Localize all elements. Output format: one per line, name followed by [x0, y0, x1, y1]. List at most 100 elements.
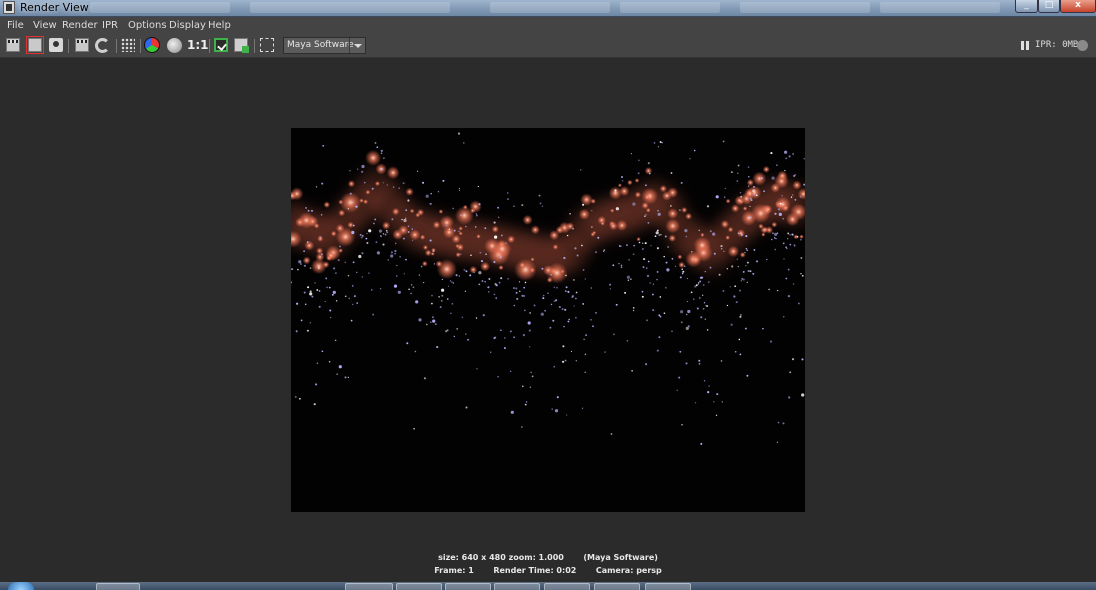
snapshot-icon[interactable]	[49, 38, 63, 52]
star	[698, 362, 701, 365]
start-button[interactable]	[8, 582, 34, 590]
star	[481, 280, 484, 282]
star	[747, 185, 750, 188]
star	[734, 350, 737, 353]
star	[396, 264, 398, 267]
star	[685, 326, 689, 330]
star	[633, 244, 636, 247]
close-button[interactable]: x	[1060, 0, 1096, 13]
menu-file[interactable]: File	[7, 19, 24, 33]
nebula-glow-dot	[522, 214, 533, 225]
star	[705, 304, 707, 307]
star	[627, 279, 630, 281]
star	[488, 278, 491, 280]
star	[706, 205, 710, 208]
star	[413, 427, 415, 430]
taskbar-item[interactable]	[494, 583, 540, 590]
star	[703, 380, 706, 382]
star	[431, 302, 433, 305]
star	[785, 246, 787, 248]
taskbar-item[interactable]	[345, 583, 393, 590]
star	[800, 272, 802, 275]
star	[783, 258, 785, 260]
star	[803, 158, 805, 160]
taskbar-item[interactable]	[645, 583, 691, 590]
menu-ipr[interactable]: IPR	[102, 19, 118, 33]
taskbar-item[interactable]	[544, 583, 590, 590]
minimize-button[interactable]: _	[1015, 0, 1038, 13]
star	[776, 441, 779, 444]
display-region-icon[interactable]	[260, 38, 274, 52]
star	[788, 396, 791, 399]
redo-render-icon[interactable]	[6, 38, 20, 52]
nebula-glow-dot	[727, 245, 740, 258]
nebula-glow-dot	[771, 221, 778, 228]
keep-image-icon[interactable]	[214, 38, 228, 52]
star	[632, 309, 635, 312]
star	[620, 266, 623, 268]
star	[391, 218, 394, 221]
taskbar-item[interactable]	[445, 583, 491, 590]
remove-image-icon[interactable]	[234, 38, 249, 53]
taskbar-item[interactable]	[594, 583, 640, 590]
star	[321, 350, 324, 353]
star	[455, 274, 458, 277]
star	[318, 267, 320, 270]
star	[566, 414, 568, 416]
renderer-dropdown[interactable]: Maya Software	[283, 37, 366, 54]
rgb-channels-icon[interactable]	[144, 37, 160, 53]
nebula-glow-dot	[323, 201, 331, 208]
star	[332, 290, 336, 294]
star	[500, 329, 502, 332]
render-region-icon[interactable]	[26, 36, 44, 54]
menu-display[interactable]: Display	[169, 19, 206, 33]
star	[693, 298, 695, 300]
alpha-channel-icon[interactable]	[167, 38, 182, 53]
star	[682, 270, 685, 273]
star	[539, 202, 542, 205]
star	[568, 318, 571, 321]
star	[358, 254, 362, 259]
star	[800, 257, 803, 259]
star	[350, 319, 353, 322]
refresh-ipr-icon[interactable]	[95, 38, 110, 53]
star	[695, 402, 697, 404]
star	[791, 233, 794, 236]
star	[399, 256, 401, 258]
maximize-button[interactable]: □	[1038, 0, 1060, 13]
star	[371, 187, 374, 190]
real-size-button[interactable]: 1:1	[187, 38, 209, 52]
ipr-render-icon[interactable]	[75, 38, 89, 52]
menu-options[interactable]: Options	[128, 19, 167, 33]
star	[584, 353, 587, 356]
nebula-glow-dot	[476, 234, 481, 239]
toolbar-separator	[254, 39, 255, 53]
taskbar-item[interactable]	[96, 583, 140, 590]
star	[529, 312, 531, 314]
star	[740, 233, 743, 236]
star	[581, 244, 583, 247]
render-info-size: size: 640 x 480 zoom: 1.000 (Maya Softwa…	[438, 553, 658, 562]
background-tab	[620, 2, 720, 13]
taskbar-item[interactable]	[396, 583, 442, 590]
star	[352, 261, 355, 264]
title-bar: Render View _ □ x	[0, 0, 1096, 17]
menu-help[interactable]: Help	[208, 19, 231, 33]
render-settings-icon[interactable]	[121, 38, 135, 52]
chevron-down-icon[interactable]	[349, 38, 365, 53]
star	[791, 358, 795, 361]
star	[352, 303, 354, 305]
star	[528, 329, 531, 332]
star	[747, 166, 750, 168]
star	[524, 309, 526, 312]
star	[315, 186, 318, 188]
star	[513, 336, 515, 339]
nebula-glow-dot	[685, 212, 693, 220]
pause-icon[interactable]	[1021, 41, 1029, 50]
menu-view[interactable]: View	[33, 19, 57, 33]
nebula-glow-dot	[456, 243, 464, 251]
star	[513, 304, 516, 307]
star	[784, 169, 786, 172]
star	[446, 225, 448, 227]
menu-render[interactable]: Render	[62, 19, 98, 33]
